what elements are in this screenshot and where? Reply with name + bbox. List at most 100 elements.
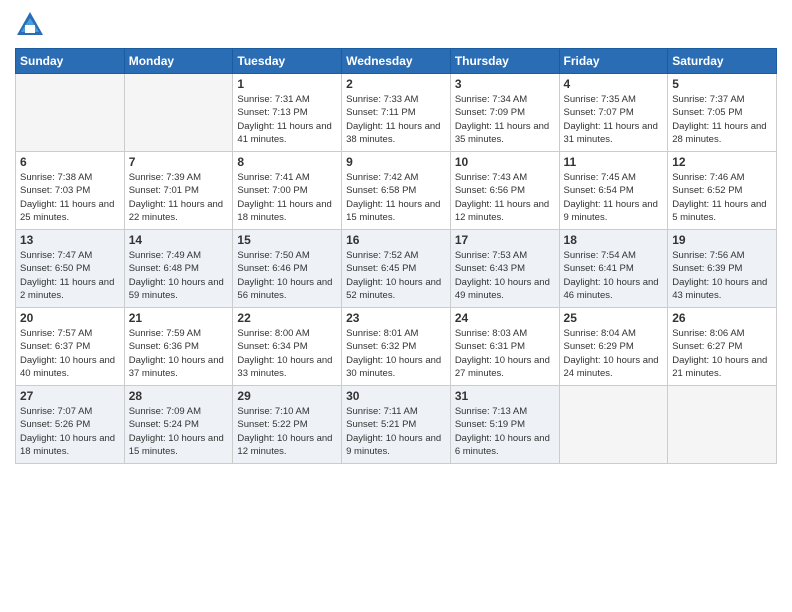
day-number: 31	[455, 389, 555, 403]
week-row-2: 6 Sunrise: 7:38 AMSunset: 7:03 PMDaylight…	[16, 152, 777, 230]
day-info: Sunrise: 7:46 AMSunset: 6:52 PMDaylight:…	[672, 171, 772, 224]
day-info: Sunrise: 7:50 AMSunset: 6:46 PMDaylight:…	[237, 249, 337, 302]
day-number: 16	[346, 233, 446, 247]
day-info: Sunrise: 7:39 AMSunset: 7:01 PMDaylight:…	[129, 171, 229, 224]
calendar-cell	[559, 386, 668, 464]
day-info: Sunrise: 7:10 AMSunset: 5:22 PMDaylight:…	[237, 405, 337, 458]
day-info: Sunrise: 7:35 AMSunset: 7:07 PMDaylight:…	[564, 93, 664, 146]
day-number: 18	[564, 233, 664, 247]
calendar-cell: 17 Sunrise: 7:53 AMSunset: 6:43 PMDayligh…	[450, 230, 559, 308]
calendar-cell	[124, 74, 233, 152]
day-number: 27	[20, 389, 120, 403]
calendar-cell: 13 Sunrise: 7:47 AMSunset: 6:50 PMDayligh…	[16, 230, 125, 308]
day-info: Sunrise: 7:41 AMSunset: 7:00 PMDaylight:…	[237, 171, 337, 224]
day-info: Sunrise: 7:56 AMSunset: 6:39 PMDaylight:…	[672, 249, 772, 302]
day-info: Sunrise: 7:42 AMSunset: 6:58 PMDaylight:…	[346, 171, 446, 224]
day-number: 7	[129, 155, 229, 169]
day-number: 4	[564, 77, 664, 91]
calendar-table: Sunday Monday Tuesday Wednesday Thursday…	[15, 48, 777, 464]
calendar-cell: 21Sunrise: 7:59 AMSunset: 6:36 PMDayligh…	[124, 308, 233, 386]
calendar-cell: 25Sunrise: 8:04 AMSunset: 6:29 PMDayligh…	[559, 308, 668, 386]
day-number: 10	[455, 155, 555, 169]
calendar-cell: 15 Sunrise: 7:50 AMSunset: 6:46 PMDayligh…	[233, 230, 342, 308]
day-number: 17	[455, 233, 555, 247]
day-info: Sunrise: 8:03 AMSunset: 6:31 PMDaylight:…	[455, 327, 555, 380]
day-number: 13	[20, 233, 120, 247]
day-number: 2	[346, 77, 446, 91]
calendar-cell: 19 Sunrise: 7:56 AMSunset: 6:39 PMDayligh…	[668, 230, 777, 308]
calendar-cell: 24 Sunrise: 8:03 AMSunset: 6:31 PMDayligh…	[450, 308, 559, 386]
day-number: 24	[455, 311, 555, 325]
day-number: 3	[455, 77, 555, 91]
day-number: 26	[672, 311, 772, 325]
day-number: 25	[564, 311, 664, 325]
calendar-cell: 22Sunrise: 8:00 AMSunset: 6:34 PMDayligh…	[233, 308, 342, 386]
day-info: Sunrise: 7:53 AMSunset: 6:43 PMDaylight:…	[455, 249, 555, 302]
logo-icon	[15, 10, 45, 40]
day-number: 15	[237, 233, 337, 247]
calendar-cell: 27 Sunrise: 7:07 AMSunset: 5:26 PMDayligh…	[16, 386, 125, 464]
day-info: Sunrise: 7:47 AMSunset: 6:50 PMDaylight:…	[20, 249, 120, 302]
calendar-cell: 29Sunrise: 7:10 AMSunset: 5:22 PMDayligh…	[233, 386, 342, 464]
day-info: Sunrise: 7:37 AMSunset: 7:05 PMDaylight:…	[672, 93, 772, 146]
col-thursday: Thursday	[450, 49, 559, 74]
day-number: 9	[346, 155, 446, 169]
calendar-cell: 6 Sunrise: 7:38 AMSunset: 7:03 PMDaylight…	[16, 152, 125, 230]
day-info: Sunrise: 8:06 AMSunset: 6:27 PMDaylight:…	[672, 327, 772, 380]
calendar-cell: 1Sunrise: 7:31 AMSunset: 7:13 PMDaylight…	[233, 74, 342, 152]
day-info: Sunrise: 7:43 AMSunset: 6:56 PMDaylight:…	[455, 171, 555, 224]
day-info: Sunrise: 7:54 AMSunset: 6:41 PMDaylight:…	[564, 249, 664, 302]
calendar-cell: 11Sunrise: 7:45 AMSunset: 6:54 PMDayligh…	[559, 152, 668, 230]
calendar-cell: 10 Sunrise: 7:43 AMSunset: 6:56 PMDayligh…	[450, 152, 559, 230]
calendar-cell: 28Sunrise: 7:09 AMSunset: 5:24 PMDayligh…	[124, 386, 233, 464]
calendar-cell: 12 Sunrise: 7:46 AMSunset: 6:52 PMDayligh…	[668, 152, 777, 230]
day-number: 8	[237, 155, 337, 169]
day-info: Sunrise: 8:00 AMSunset: 6:34 PMDaylight:…	[237, 327, 337, 380]
header-row: Sunday Monday Tuesday Wednesday Thursday…	[16, 49, 777, 74]
calendar-cell: 26 Sunrise: 8:06 AMSunset: 6:27 PMDayligh…	[668, 308, 777, 386]
day-number: 21	[129, 311, 229, 325]
day-info: Sunrise: 7:34 AMSunset: 7:09 PMDaylight:…	[455, 93, 555, 146]
calendar-cell: 18 Sunrise: 7:54 AMSunset: 6:41 PMDayligh…	[559, 230, 668, 308]
col-sunday: Sunday	[16, 49, 125, 74]
day-number: 1	[237, 77, 337, 91]
day-number: 20	[20, 311, 120, 325]
day-number: 30	[346, 389, 446, 403]
col-wednesday: Wednesday	[342, 49, 451, 74]
day-number: 28	[129, 389, 229, 403]
calendar-cell: 9 Sunrise: 7:42 AMSunset: 6:58 PMDaylight…	[342, 152, 451, 230]
week-row-3: 13 Sunrise: 7:47 AMSunset: 6:50 PMDayligh…	[16, 230, 777, 308]
day-number: 23	[346, 311, 446, 325]
day-info: Sunrise: 7:49 AMSunset: 6:48 PMDaylight:…	[129, 249, 229, 302]
week-row-5: 27 Sunrise: 7:07 AMSunset: 5:26 PMDayligh…	[16, 386, 777, 464]
day-number: 12	[672, 155, 772, 169]
calendar-cell: 4 Sunrise: 7:35 AMSunset: 7:07 PMDaylight…	[559, 74, 668, 152]
day-info: Sunrise: 7:13 AMSunset: 5:19 PMDaylight:…	[455, 405, 555, 458]
calendar-cell: 7 Sunrise: 7:39 AMSunset: 7:01 PMDaylight…	[124, 152, 233, 230]
day-info: Sunrise: 7:38 AMSunset: 7:03 PMDaylight:…	[20, 171, 120, 224]
calendar-cell	[668, 386, 777, 464]
calendar-cell: 2 Sunrise: 7:33 AMSunset: 7:11 PMDaylight…	[342, 74, 451, 152]
day-number: 14	[129, 233, 229, 247]
calendar-cell	[16, 74, 125, 152]
day-info: Sunrise: 7:57 AMSunset: 6:37 PMDaylight:…	[20, 327, 120, 380]
day-info: Sunrise: 7:11 AMSunset: 5:21 PMDaylight:…	[346, 405, 446, 458]
calendar-cell: 20 Sunrise: 7:57 AMSunset: 6:37 PMDayligh…	[16, 308, 125, 386]
week-row-1: 1Sunrise: 7:31 AMSunset: 7:13 PMDaylight…	[16, 74, 777, 152]
day-info: Sunrise: 8:01 AMSunset: 6:32 PMDaylight:…	[346, 327, 446, 380]
day-number: 19	[672, 233, 772, 247]
day-number: 5	[672, 77, 772, 91]
col-monday: Monday	[124, 49, 233, 74]
col-saturday: Saturday	[668, 49, 777, 74]
calendar-cell: 23 Sunrise: 8:01 AMSunset: 6:32 PMDayligh…	[342, 308, 451, 386]
calendar-cell: 16 Sunrise: 7:52 AMSunset: 6:45 PMDayligh…	[342, 230, 451, 308]
day-number: 6	[20, 155, 120, 169]
day-info: Sunrise: 7:07 AMSunset: 5:26 PMDaylight:…	[20, 405, 120, 458]
calendar-cell: 5 Sunrise: 7:37 AMSunset: 7:05 PMDaylight…	[668, 74, 777, 152]
day-info: Sunrise: 7:33 AMSunset: 7:11 PMDaylight:…	[346, 93, 446, 146]
calendar-cell: 30 Sunrise: 7:11 AMSunset: 5:21 PMDayligh…	[342, 386, 451, 464]
page: Sunday Monday Tuesday Wednesday Thursday…	[0, 0, 792, 612]
day-info: Sunrise: 7:52 AMSunset: 6:45 PMDaylight:…	[346, 249, 446, 302]
day-number: 11	[564, 155, 664, 169]
col-friday: Friday	[559, 49, 668, 74]
